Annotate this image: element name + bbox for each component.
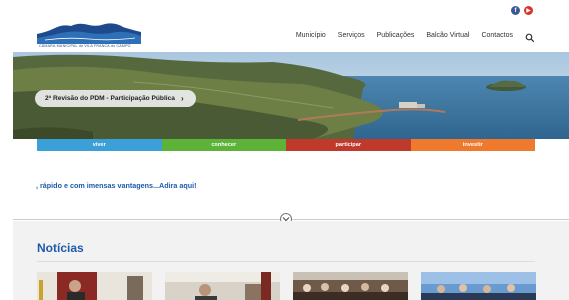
section-tabs: viver conhecer participar investir <box>37 139 535 151</box>
nav-item-publicacoes[interactable]: Publicações <box>377 32 415 39</box>
news-section: Notícias <box>13 221 569 300</box>
news-thumbnail[interactable] <box>421 272 536 300</box>
facebook-icon[interactable]: f <box>511 6 520 15</box>
tab-investir[interactable]: investir <box>410 139 535 151</box>
pdm-revision-button[interactable]: 2ª Revisão do PDM - Participação Pública… <box>35 90 196 107</box>
news-divider <box>37 261 535 262</box>
news-heading: Notícias <box>37 241 84 255</box>
tab-viver[interactable]: viver <box>37 139 162 151</box>
news-thumbnail[interactable] <box>293 272 408 300</box>
news-thumbnails <box>37 272 536 300</box>
social-links: f ▶ <box>511 6 533 15</box>
nav-item-contactos[interactable]: Contactos <box>481 32 513 39</box>
promo-link[interactable]: , rápido e com imensas vantagens...Adira… <box>36 181 197 190</box>
search-icon[interactable] <box>525 30 535 43</box>
chevron-right-icon: › <box>180 94 184 103</box>
youtube-icon[interactable]: ▶ <box>524 6 533 15</box>
tab-conhecer[interactable]: conhecer <box>161 139 286 151</box>
main-nav: Município Serviços Publicações Balcão Vi… <box>284 30 535 43</box>
logo-motto: CÂMARA MUNICIPAL de VILA FRANCA do CAMPO <box>39 44 131 48</box>
nav-item-municipio[interactable]: Município <box>296 32 326 39</box>
nav-item-servicos[interactable]: Serviços <box>338 32 365 39</box>
site-header: CÂMARA MUNICIPAL de VILA FRANCA do CAMPO… <box>0 18 569 52</box>
news-thumbnail[interactable] <box>165 272 280 300</box>
tab-participar[interactable]: participar <box>286 139 411 151</box>
hero-banner: 2ª Revisão do PDM - Participação Pública… <box>13 52 569 139</box>
news-thumbnail[interactable] <box>37 272 152 300</box>
municipality-logo[interactable]: CÂMARA MUNICIPAL de VILA FRANCA do CAMPO <box>37 22 141 48</box>
pdm-button-label: 2ª Revisão do PDM - Participação Pública <box>45 95 175 102</box>
nav-item-balcao-virtual[interactable]: Balcão Virtual <box>426 32 469 39</box>
